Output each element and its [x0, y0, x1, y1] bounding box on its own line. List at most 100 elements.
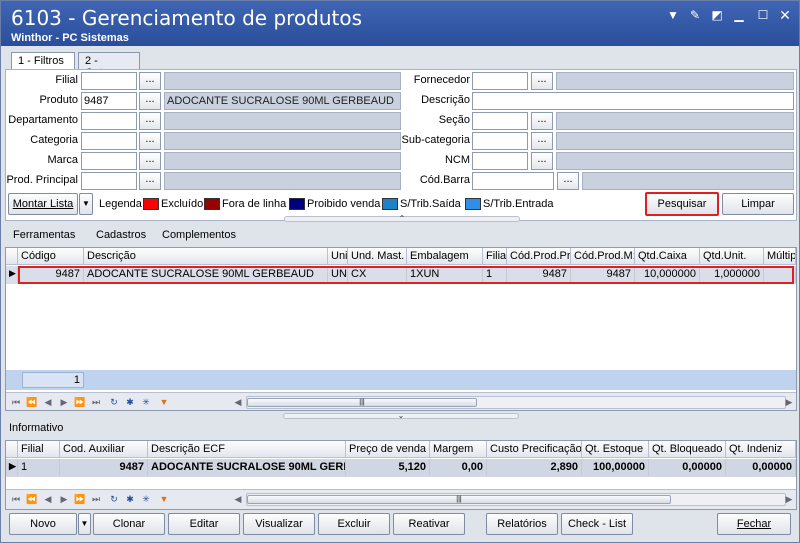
- prev-page-icon[interactable]: ⏪: [26, 493, 38, 505]
- cell-info-margem[interactable]: 0,00: [430, 459, 487, 476]
- cod-barra-lookup-button[interactable]: ...: [557, 172, 579, 190]
- col-info-qt-indeniz[interactable]: Qt. Indeniz: [726, 441, 796, 458]
- montar-lista-dropdown[interactable]: ▼: [79, 193, 93, 215]
- produto-field[interactable]: 9487: [81, 92, 137, 110]
- check-list-button[interactable]: Check - List: [561, 513, 633, 535]
- maximize-icon[interactable]: ☐: [755, 7, 771, 23]
- departamento-lookup-button[interactable]: ...: [139, 112, 161, 130]
- cell-info-qt-indeniz[interactable]: 0,00000: [726, 459, 796, 476]
- produto-lookup-button[interactable]: ...: [139, 92, 161, 110]
- col-embalagem[interactable]: Embalagem: [407, 248, 483, 265]
- novo-button[interactable]: Novo: [9, 513, 77, 535]
- col-info-cod-auxiliar[interactable]: Cod. Auxiliar: [60, 441, 148, 458]
- fechar-button[interactable]: Fechar: [717, 513, 791, 535]
- filial-field[interactable]: [81, 72, 137, 90]
- cell-info-filial[interactable]: 1: [18, 459, 60, 476]
- refresh-icon[interactable]: ↻: [108, 493, 120, 505]
- clonar-button[interactable]: Clonar: [93, 513, 165, 535]
- menu-ferramentas[interactable]: Ferramentas: [13, 229, 75, 241]
- pesquisar-button[interactable]: Pesquisar: [645, 192, 719, 216]
- col-uni[interactable]: Uni: [328, 248, 348, 265]
- col-und-mast[interactable]: Und. Mast.: [348, 248, 407, 265]
- categoria-lookup-button[interactable]: ...: [139, 132, 161, 150]
- ncm-field[interactable]: [472, 152, 528, 170]
- departamento-field[interactable]: [81, 112, 137, 130]
- col-cod-prod-pr[interactable]: Cód.Prod.Pr: [507, 248, 571, 265]
- collapse-icon[interactable]: ✳: [140, 396, 152, 408]
- col-info-margem[interactable]: Margem: [430, 441, 487, 458]
- cell-info-qt-bloqueado[interactable]: 0,00000: [649, 459, 726, 476]
- restore-icon[interactable]: ◩: [709, 7, 725, 23]
- horizontal-scrollbar[interactable]: |||: [246, 396, 786, 409]
- cell-info-custo-precificacao[interactable]: 2,890: [487, 459, 582, 476]
- horizontal-scrollbar[interactable]: |||: [246, 493, 786, 506]
- scroll-left-icon[interactable]: ◀: [232, 396, 244, 408]
- splitter-grip[interactable]: ⌃: [284, 215, 520, 223]
- excluir-button[interactable]: Excluir: [318, 513, 390, 535]
- prod-principal-lookup-button[interactable]: ...: [139, 172, 161, 190]
- cell-info-qt-estoque[interactable]: 100,00000: [582, 459, 649, 476]
- montar-lista-button[interactable]: Montar Lista: [8, 193, 78, 215]
- scroll-left-icon[interactable]: ◀: [232, 493, 244, 505]
- dropdown-icon[interactable]: ▼: [665, 7, 681, 23]
- scroll-right-icon[interactable]: ▶: [783, 493, 795, 505]
- secao-field[interactable]: [472, 112, 528, 130]
- filter-icon[interactable]: ▼: [158, 396, 170, 408]
- filial-lookup-button[interactable]: ...: [139, 72, 161, 90]
- col-codigo[interactable]: Código: [18, 248, 84, 265]
- scrollbar-thumb[interactable]: |||: [247, 495, 671, 504]
- table-row[interactable]: ▶ 9487 ADOCANTE SUCRALOSE 90ML GERBEAUD …: [6, 266, 796, 284]
- marca-lookup-button[interactable]: ...: [139, 152, 161, 170]
- col-info-custo-precificacao[interactable]: Custo Precificação: [487, 441, 582, 458]
- prod-principal-field[interactable]: [81, 172, 137, 190]
- marca-field[interactable]: [81, 152, 137, 170]
- col-info-qt-bloqueado[interactable]: Qt. Bloqueado: [649, 441, 726, 458]
- filter-icon[interactable]: ▼: [158, 493, 170, 505]
- first-page-icon[interactable]: ⏮: [10, 396, 22, 408]
- col-qtd-unit[interactable]: Qtd.Unit.: [700, 248, 764, 265]
- prev-record-icon[interactable]: ◀: [42, 493, 54, 505]
- last-page-icon[interactable]: ⏭: [90, 493, 102, 505]
- table-row[interactable]: ▶ 1 9487 ADOCANTE SUCRALOSE 90ML GERB 5,…: [6, 459, 796, 477]
- cod-barra-field[interactable]: [472, 172, 554, 190]
- visualizar-button[interactable]: Visualizar: [243, 513, 315, 535]
- first-page-icon[interactable]: ⏮: [10, 493, 22, 505]
- limpar-button[interactable]: Limpar: [722, 193, 794, 215]
- col-info-qt-estoque[interactable]: Qt. Estoque: [582, 441, 649, 458]
- cell-info-descricao-ecf[interactable]: ADOCANTE SUCRALOSE 90ML GERB: [148, 459, 346, 476]
- cell-info-preco-venda[interactable]: 5,120: [346, 459, 430, 476]
- col-qtd-caixa[interactable]: Qtd.Caixa: [635, 248, 700, 265]
- editar-button[interactable]: Editar: [168, 513, 240, 535]
- reativar-button[interactable]: Reativar: [393, 513, 465, 535]
- col-info-preco-venda[interactable]: Preço de venda: [346, 441, 430, 458]
- collapse-icon[interactable]: ✳: [140, 493, 152, 505]
- descricao-field[interactable]: [472, 92, 794, 110]
- col-descricao[interactable]: Descrição: [84, 248, 328, 265]
- next-page-icon[interactable]: ⏩: [74, 493, 86, 505]
- ncm-lookup-button[interactable]: ...: [531, 152, 553, 170]
- menu-cadastros[interactable]: Cadastros: [96, 229, 146, 241]
- prev-record-icon[interactable]: ◀: [42, 396, 54, 408]
- menu-complementos[interactable]: Complementos: [162, 229, 236, 241]
- relatorios-button[interactable]: Relatórios: [486, 513, 558, 535]
- minimize-icon[interactable]: ▁: [731, 7, 747, 23]
- col-info-filial[interactable]: Filial: [18, 441, 60, 458]
- col-multip[interactable]: Múltip: [764, 248, 796, 265]
- next-page-icon[interactable]: ⏩: [74, 396, 86, 408]
- expand-icon[interactable]: ✱: [124, 493, 136, 505]
- fornecedor-lookup-button[interactable]: ...: [531, 72, 553, 90]
- categoria-field[interactable]: [81, 132, 137, 150]
- next-record-icon[interactable]: ▶: [58, 493, 70, 505]
- pin-icon[interactable]: ✎: [687, 7, 703, 23]
- novo-dropdown[interactable]: ▼: [78, 513, 91, 535]
- sub-categoria-lookup-button[interactable]: ...: [531, 132, 553, 150]
- next-record-icon[interactable]: ▶: [58, 396, 70, 408]
- scrollbar-thumb[interactable]: |||: [247, 398, 477, 407]
- secao-lookup-button[interactable]: ...: [531, 112, 553, 130]
- col-cod-prod-m[interactable]: Cód.Prod.M:: [571, 248, 635, 265]
- col-filial[interactable]: Filial: [483, 248, 507, 265]
- last-page-icon[interactable]: ⏭: [90, 396, 102, 408]
- fornecedor-field[interactable]: [472, 72, 528, 90]
- prev-page-icon[interactable]: ⏪: [26, 396, 38, 408]
- col-info-descricao-ecf[interactable]: Descrição ECF: [148, 441, 346, 458]
